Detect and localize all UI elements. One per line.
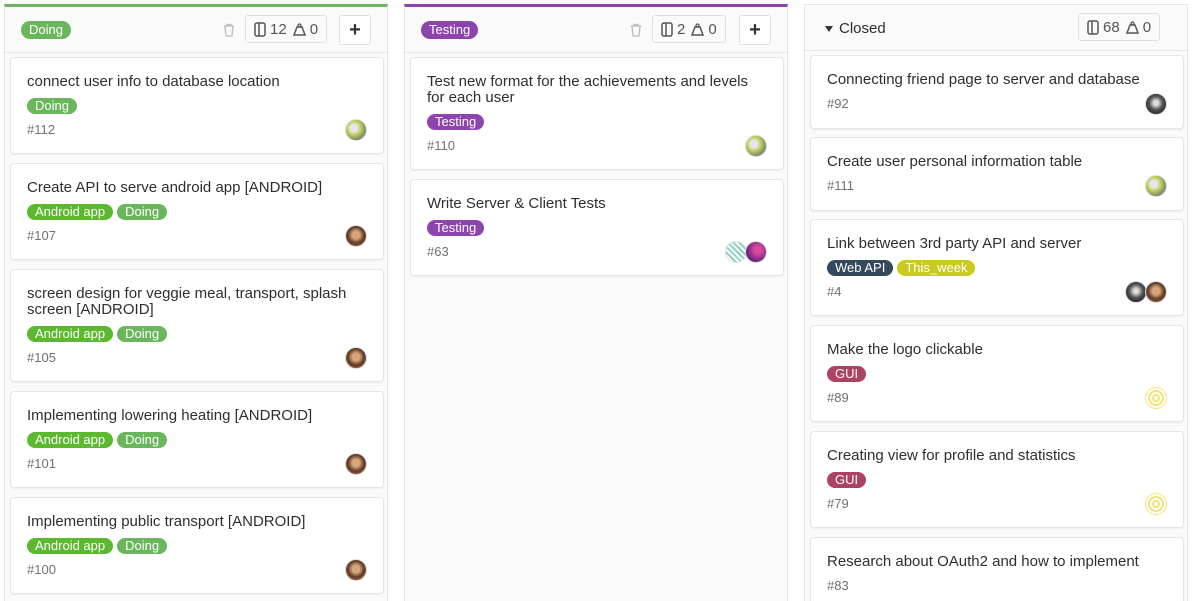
issue-number: #83 [827,578,849,593]
issue-title[interactable]: screen design for veggie meal, transport… [27,286,359,318]
issue-number: #111 [827,178,854,193]
label-gui[interactable]: GUI [827,472,867,488]
assignee-avatar[interactable] [1145,387,1167,409]
column-title[interactable]: Closed [825,20,886,37]
add-issue-button[interactable]: + [739,15,771,45]
weight-icon [1125,20,1139,34]
column-counts: 12 0 [245,15,328,43]
assignee-avatar[interactable] [745,135,767,157]
issue-title[interactable]: Create user personal information table [827,154,1159,170]
board-column-doing: Doing 12 0 + connect user info to databa… [4,4,388,601]
issue-card[interactable]: Create API to serve android app [ANDROID… [10,163,384,260]
assignee-avatar[interactable] [1145,281,1167,303]
issue-number: #89 [827,390,849,405]
issue-number: #101 [27,456,56,471]
assignee-avatar[interactable] [345,453,367,475]
add-issue-button[interactable]: + [339,15,371,45]
issue-count: 2 [677,20,686,38]
label-web-api[interactable]: Web API [827,260,894,276]
issue-count: 68 [1103,18,1120,36]
issue-card[interactable]: Test new format for the achievements and… [410,57,784,170]
issue-number: #79 [827,496,849,511]
assignee-avatar[interactable] [725,241,747,263]
column-header: Doing 12 0 + [5,7,387,53]
label-doing[interactable]: Doing [117,326,168,342]
label-android-app[interactable]: Android app [27,538,114,554]
issue-card[interactable]: Creating view for profile and statistics… [810,431,1184,528]
issue-card[interactable]: Create user personal information table #… [810,137,1184,211]
label-this-week[interactable]: This_week [897,260,976,276]
issue-card[interactable]: Link between 3rd party API and server We… [810,219,1184,316]
column-header: Closed 68 0 [805,5,1187,51]
issue-number: #4 [827,284,842,299]
issue-number: #112 [27,122,55,137]
assignee-avatar[interactable] [345,559,367,581]
issue-number: #63 [427,244,449,259]
trash-icon[interactable] [223,23,235,37]
issue-title[interactable]: Implementing public transport [ANDROID] [27,514,359,530]
label-android-app[interactable]: Android app [27,204,114,220]
issue-card[interactable]: Write Server & Client Tests Testing #63 [410,179,784,276]
issue-number: #110 [427,138,455,153]
column-counts: 68 0 [1078,13,1161,41]
weight-count: 0 [1142,18,1152,36]
label-doing[interactable]: Doing [117,538,168,554]
issue-title[interactable]: Connecting friend page to server and dat… [827,72,1159,88]
issue-title[interactable]: Creating view for profile and statistics [827,448,1159,464]
assignee-avatar[interactable] [1145,493,1167,515]
issue-number: #107 [27,228,56,243]
issue-card[interactable]: Connecting friend page to server and dat… [810,55,1184,129]
column-header: Testing 2 0 + [405,7,787,53]
label-testing[interactable]: Testing [427,220,485,236]
issue-title[interactable]: Implementing lowering heating [ANDROID] [27,408,359,424]
assignee-avatar[interactable] [345,347,367,369]
label-doing[interactable]: Doing [117,204,168,220]
issue-count: 12 [270,20,287,38]
issue-number: #105 [27,350,56,365]
column-label[interactable]: Testing [421,21,479,39]
issue-card[interactable]: screen design for veggie meal, transport… [10,269,384,382]
issue-title[interactable]: Research about OAuth2 and how to impleme… [827,554,1159,570]
issues-icon [661,21,673,37]
issue-number: #100 [27,562,56,577]
board-column-closed: Closed 68 0 Connecting friend page to se… [804,4,1188,601]
trash-icon[interactable] [630,23,642,37]
column-label[interactable]: Doing [21,21,71,39]
weight-icon [292,22,306,36]
issue-card[interactable]: connect user info to database location D… [10,57,384,154]
issue-card[interactable]: Research about OAuth2 and how to impleme… [810,537,1184,601]
issues-icon [1087,19,1099,35]
issue-title[interactable]: Write Server & Client Tests [427,196,759,212]
label-android-app[interactable]: Android app [27,326,114,342]
issue-title[interactable]: Test new format for the achievements and… [427,74,759,106]
issues-icon [254,21,266,37]
assignee-avatar[interactable] [1125,281,1147,303]
issue-title[interactable]: Create API to serve android app [ANDROID… [27,180,359,196]
assignee-avatar[interactable] [345,225,367,247]
issue-title[interactable]: connect user info to database location [27,74,359,90]
assignee-avatar[interactable] [745,241,767,263]
chevron-down-icon[interactable] [825,25,833,32]
column-counts: 2 0 [652,15,726,43]
weight-count: 0 [309,20,319,38]
issue-title[interactable]: Make the logo clickable [827,342,1159,358]
weight-icon [691,22,705,36]
label-testing[interactable]: Testing [427,114,485,130]
board-column-testing: Testing 2 0 + Test new format for the ac… [404,4,788,601]
label-android-app[interactable]: Android app [27,432,114,448]
weight-count: 0 [708,20,717,38]
assignee-avatar[interactable] [1145,175,1167,197]
assignee-avatar[interactable] [345,119,367,141]
assignee-avatar[interactable] [1145,93,1167,115]
issue-title[interactable]: Link between 3rd party API and server [827,236,1159,252]
column-label: Closed [839,20,886,37]
issue-number: #92 [827,96,849,111]
label-gui[interactable]: GUI [827,366,867,382]
label-doing[interactable]: Doing [117,432,168,448]
label-doing[interactable]: Doing [27,98,77,114]
issue-card[interactable]: Implementing lowering heating [ANDROID] … [10,391,384,488]
issue-card[interactable]: Implementing public transport [ANDROID] … [10,497,384,594]
issue-card[interactable]: Make the logo clickable GUI #89 [810,325,1184,422]
